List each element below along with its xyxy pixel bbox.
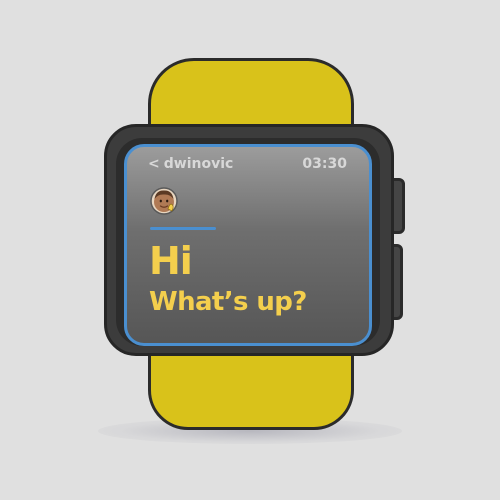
contact-name: dwinovic <box>163 156 234 172</box>
message-text-2: What’s up? <box>149 287 307 317</box>
watch-screen: < dwinovic 03:30 Hi What’s up? <box>124 144 372 346</box>
memoji-avatar-icon[interactable] <box>150 187 178 215</box>
back-button[interactable]: < dwinovic <box>148 156 233 172</box>
chevron-left-icon: < <box>148 156 160 172</box>
message-text-1: Hi <box>149 239 193 283</box>
clock-time: 03:30 <box>302 156 347 172</box>
smartwatch-illustration: < dwinovic 03:30 Hi What’s up? <box>0 0 500 500</box>
header-divider <box>150 227 216 230</box>
